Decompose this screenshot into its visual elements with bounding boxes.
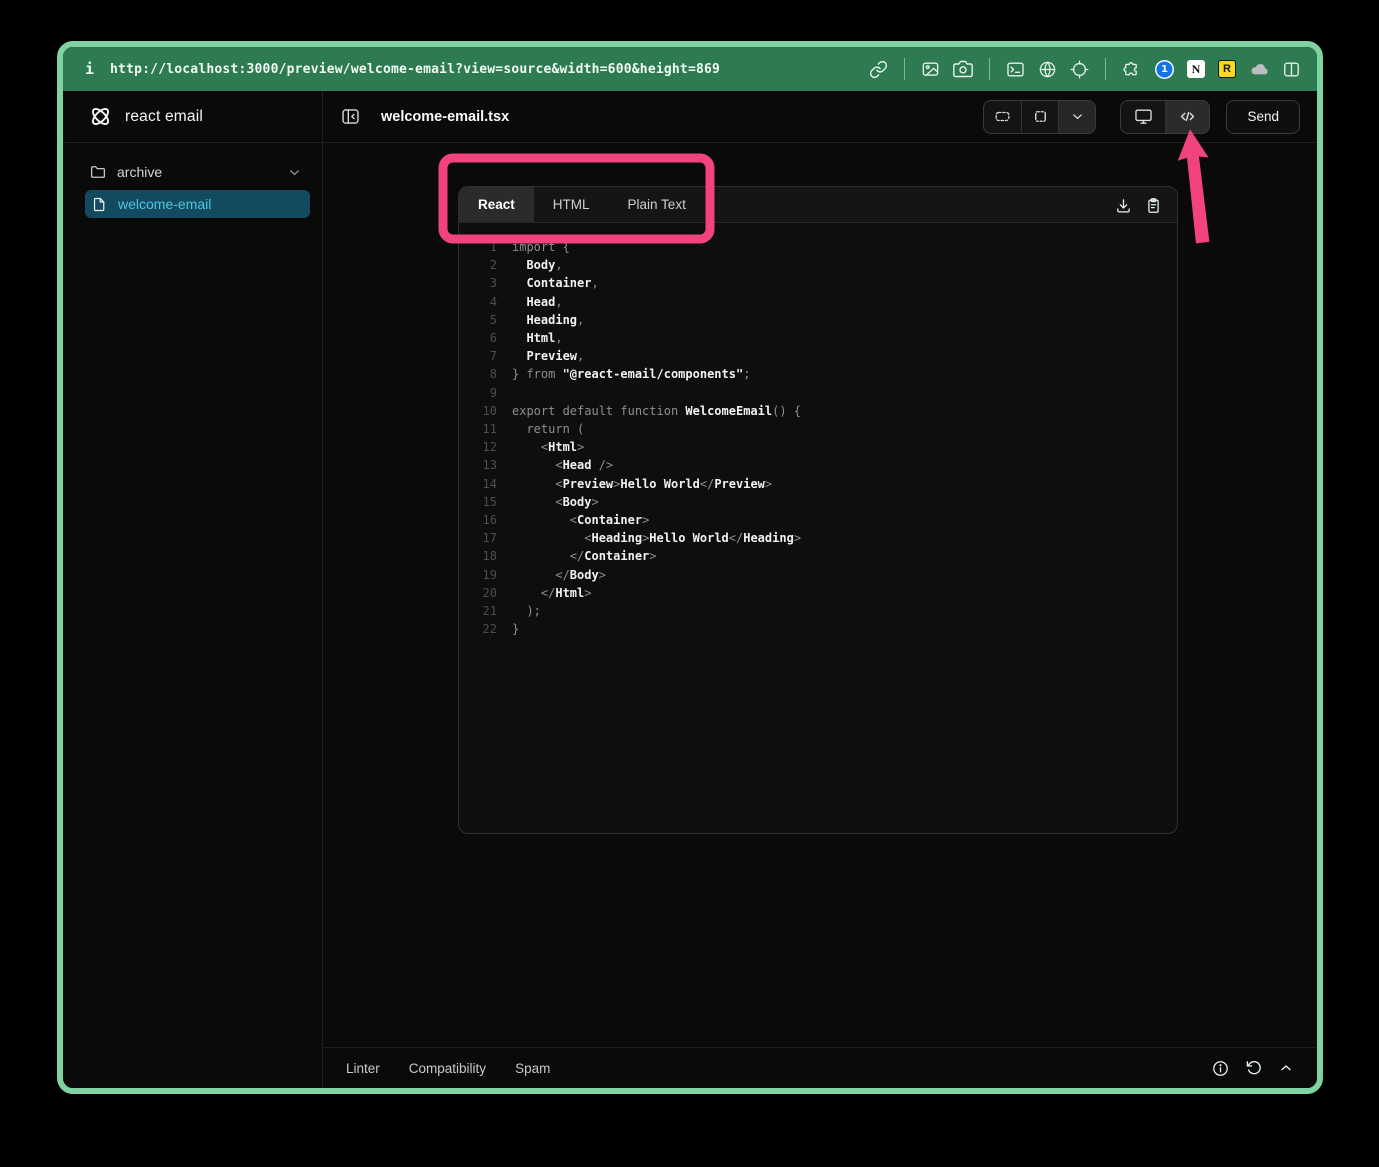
- split-view-icon[interactable]: [1282, 60, 1301, 79]
- browser-toolbar: 1 N R: [869, 58, 1301, 80]
- sidebar-item-welcome-email[interactable]: welcome-email: [85, 190, 310, 218]
- react-email-app: react email archive welcome-email: [63, 91, 1317, 1088]
- url-text[interactable]: http://localhost:3000/preview/welcome-em…: [110, 62, 720, 77]
- folder-icon: [89, 163, 107, 181]
- puzzle-icon[interactable]: [1122, 59, 1142, 79]
- main-content: ReactHTMLPlain Text 1import {2 Body,3 Co…: [323, 143, 1317, 1047]
- info-icon[interactable]: [1211, 1059, 1230, 1078]
- code-area[interactable]: 1import {2 Body,3 Container,4 Head,5 Hea…: [459, 223, 1177, 833]
- chevron-up-icon[interactable]: [1278, 1060, 1294, 1076]
- code-line: 13 <Head />: [471, 456, 1177, 474]
- sidebar-tree: archive welcome-email: [63, 143, 322, 218]
- terminal-icon[interactable]: [1006, 60, 1025, 79]
- tab-html[interactable]: HTML: [534, 187, 609, 222]
- cloud-icon[interactable]: [1249, 59, 1269, 79]
- tab-react[interactable]: React: [459, 187, 534, 222]
- code-line: 20 </Html>: [471, 584, 1177, 602]
- viewport-size-controls: [983, 100, 1096, 134]
- sidebar-folder-archive[interactable]: archive: [85, 158, 310, 186]
- page-info-icon[interactable]: i: [85, 60, 94, 78]
- code-actions: [1115, 197, 1177, 214]
- crosshair-icon[interactable]: [1070, 60, 1089, 79]
- tab-plain-text[interactable]: Plain Text: [609, 187, 705, 222]
- footer-tab-spam[interactable]: Spam: [515, 1061, 550, 1076]
- code-line: 10export default function WelcomeEmail()…: [471, 402, 1177, 420]
- code-line: 15 <Body>: [471, 493, 1177, 511]
- email-title: welcome-email.tsx: [381, 109, 509, 125]
- code-line: 12 <Html>: [471, 438, 1177, 456]
- notion-icon[interactable]: N: [1187, 60, 1205, 78]
- code-line: 5 Heading,: [471, 311, 1177, 329]
- brand-name: react email: [125, 108, 203, 126]
- main-panel: welcome-email.tsx: [323, 91, 1317, 1088]
- folder-label: archive: [117, 164, 162, 180]
- code-line: 14 <Preview>Hello World</Preview>: [471, 475, 1177, 493]
- camera-icon[interactable]: [953, 59, 973, 79]
- link-icon[interactable]: [869, 60, 888, 79]
- code-line: 4 Head,: [471, 293, 1177, 311]
- code-line: 21 );: [471, 602, 1177, 620]
- sidebar-header: react email: [63, 91, 322, 143]
- clipboard-icon[interactable]: [1145, 197, 1162, 214]
- code-line: 2 Body,: [471, 256, 1177, 274]
- code-tabs: ReactHTMLPlain Text: [459, 187, 1177, 223]
- file-icon: [91, 196, 108, 213]
- code-icon: [1178, 107, 1197, 126]
- onepassword-icon[interactable]: 1: [1155, 60, 1174, 79]
- browser-url-bar: i http://localhost:3000/preview/welcome-…: [63, 47, 1317, 91]
- footer-icons: [1211, 1059, 1294, 1078]
- desktop-view-button[interactable]: [1121, 101, 1165, 133]
- code-line: 16 <Container>: [471, 511, 1177, 529]
- react-email-logo-icon: [88, 104, 113, 129]
- code-line: 11 return (: [471, 420, 1177, 438]
- source-view-button[interactable]: [1165, 101, 1209, 133]
- sidebar-items: welcome-email: [85, 190, 310, 218]
- footer-tabs: Linter Compatibility Spam: [346, 1061, 579, 1076]
- code-line: 1import {: [471, 238, 1177, 256]
- sidebar-item-label: welcome-email: [118, 196, 211, 212]
- refresh-icon[interactable]: [1245, 1059, 1263, 1077]
- footer-tab-compatibility[interactable]: Compatibility: [409, 1061, 486, 1076]
- code-line: 3 Container,: [471, 274, 1177, 292]
- photo-icon[interactable]: [921, 60, 940, 79]
- source-code-panel: ReactHTMLPlain Text 1import {2 Body,3 Co…: [458, 186, 1178, 834]
- size-dropdown-button[interactable]: [1058, 101, 1095, 133]
- viewport-height-icon[interactable]: [984, 101, 1021, 133]
- browser-window: i http://localhost:3000/preview/welcome-…: [57, 41, 1323, 1094]
- code-line: 8} from "@react-email/components";: [471, 365, 1177, 383]
- viewport-size-icon[interactable]: [1021, 101, 1058, 133]
- main-header: welcome-email.tsx: [323, 91, 1317, 143]
- code-line: 7 Preview,: [471, 347, 1177, 365]
- globe-icon[interactable]: [1038, 60, 1057, 79]
- code-line: 17 <Heading>Hello World</Heading>: [471, 529, 1177, 547]
- status-footer: Linter Compatibility Spam: [323, 1047, 1317, 1088]
- code-line: 6 Html,: [471, 329, 1177, 347]
- monitor-icon: [1134, 107, 1153, 126]
- code-line: 9: [471, 384, 1177, 402]
- download-icon[interactable]: [1115, 197, 1132, 214]
- refined-github-icon[interactable]: R: [1218, 60, 1236, 78]
- code-line: 18 </Container>: [471, 547, 1177, 565]
- view-toggle: [1120, 100, 1210, 134]
- sidebar-collapse-icon[interactable]: [340, 106, 361, 127]
- code-line: 22}: [471, 620, 1177, 638]
- send-button[interactable]: Send: [1226, 100, 1300, 134]
- footer-tab-linter[interactable]: Linter: [346, 1061, 380, 1076]
- sidebar: react email archive welcome-email: [63, 91, 323, 1088]
- chevron-down-icon[interactable]: [287, 165, 302, 180]
- code-line: 19 </Body>: [471, 566, 1177, 584]
